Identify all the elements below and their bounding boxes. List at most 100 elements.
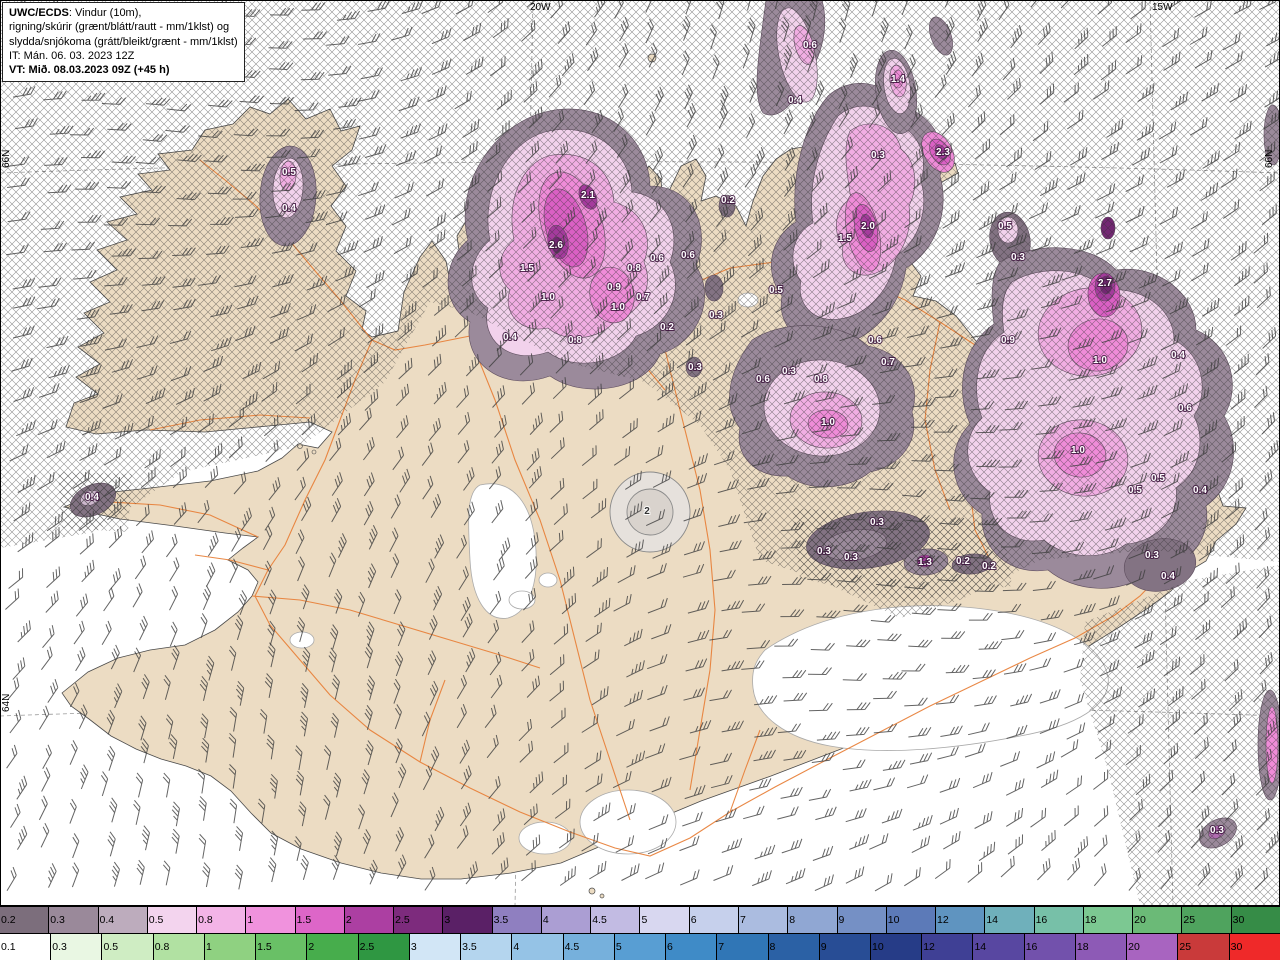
rain-scale-segment: 2.5 — [358, 934, 410, 960]
contour-value-label: 0.4 — [1161, 571, 1175, 582]
graticule-label: 15W — [1152, 2, 1173, 13]
snow-scale-segment: 0.4 — [98, 907, 148, 933]
rain-scale-value: 30 — [1230, 941, 1243, 953]
snow-scale-segment: 0.3 — [49, 907, 99, 933]
snow-scale-value: 1.5 — [296, 914, 312, 926]
rain-scale-segment: 0.1 — [0, 934, 52, 960]
model-name: UWC/ECDS — [9, 7, 69, 19]
weather-map: 0.6 0.4 1.4 2.3 0.3 0.5 0.4 2.1 0.2 2.0 1.5 2.6 0.5 0… — [0, 0, 1280, 906]
weather-map-page: 0.6 0.4 1.4 2.3 0.3 0.5 0.4 2.1 0.2 2.0 1.5 2.6 0.5 0… — [0, 0, 1280, 960]
rain-scale-bar: 0.1 0.3 0.5 0.8 1 1.5 2 2.5 3 3.5 4 4.5 5 6 7 8 9 10 12 14 1… — [0, 933, 1280, 960]
graticule-label: 66N — [1, 150, 12, 168]
title-line-2: rigning/skúrir (grænt/blátt/rautt - mm/1… — [9, 21, 230, 34]
rain-scale-segment: 12 — [922, 934, 974, 960]
contour-value-label: 2.6 — [549, 240, 563, 251]
rain-scale-segment: 16 — [1024, 934, 1076, 960]
snow-scale-value: 6 — [690, 914, 697, 926]
rain-scale-segment: 18 — [1075, 934, 1128, 960]
contour-value-label: 1.0 — [821, 417, 835, 428]
contour-value-label: 1.4 — [891, 74, 905, 85]
contour-value-label: 0.6 — [681, 250, 695, 261]
contour-value-label: 1.0 — [611, 302, 625, 313]
contour-value-label: 0.3 — [782, 366, 796, 377]
rain-scale-segment: 0.5 — [102, 934, 154, 960]
contour-value-label: 2 — [644, 506, 650, 517]
rain-scale-segment: 1 — [204, 934, 257, 960]
rain-scale-segment: 10 — [870, 934, 923, 960]
rain-scale-segment: 9 — [819, 934, 871, 960]
valid-time: VT: Mið. 08.03.2023 09Z (+45 h) — [9, 64, 170, 77]
snow-scale-value: 1 — [247, 914, 254, 926]
contour-value-label: 0.2 — [721, 195, 735, 206]
rain-scale-segment: 0.8 — [153, 934, 205, 960]
rain-scale-value: 10 — [871, 941, 884, 953]
contour-value-label: 1.0 — [541, 292, 555, 303]
rain-scale-value: 1 — [205, 941, 212, 953]
contour-value-label: 0.4 — [1171, 350, 1185, 361]
snow-scale-segment: 8 — [788, 907, 838, 933]
snow-scale-segment: 25 — [1182, 907, 1232, 933]
contour-value-label: 2.3 — [936, 147, 950, 158]
rain-scale-value: 0.1 — [1, 941, 16, 953]
contour-value-label: 0.6 — [803, 40, 817, 51]
snow-scale-value: 20 — [1134, 914, 1146, 926]
snow-scale-segment: 2.5 — [394, 907, 444, 933]
snow-scale-segment: 0.8 — [197, 907, 247, 933]
snow-scale-segment: 0.5 — [147, 907, 198, 933]
contour-value-label: 0.8 — [814, 374, 828, 385]
snow-scale-value: 14 — [986, 914, 998, 926]
snow-scale-segment: 30 — [1231, 907, 1280, 933]
snow-scale-value: 4.5 — [592, 914, 607, 926]
contour-value-label: 0.9 — [607, 282, 621, 293]
contour-value-label: 0.3 — [817, 546, 831, 557]
snow-scale-value: 2 — [345, 914, 352, 926]
graticule-label: 64N — [1, 694, 12, 712]
contour-value-label: 2.1 — [581, 190, 595, 201]
contour-value-label: 0.5 — [1151, 473, 1165, 484]
contour-value-label: 0.3 — [870, 517, 884, 528]
rain-scale-value: 12 — [923, 941, 935, 953]
snow-scale-value: 30 — [1232, 914, 1245, 926]
contour-value-label: 0.5 — [998, 221, 1012, 232]
rain-scale-segment: 7 — [717, 934, 769, 960]
contour-value-label: 1.5 — [838, 233, 852, 244]
contour-value-label: 0.3 — [871, 150, 885, 161]
contour-value-label: 0.3 — [1011, 252, 1025, 263]
snow-scale-segment: 14 — [985, 907, 1035, 933]
rain-scale-value: 3 — [410, 941, 417, 953]
graticule-label: 66N — [1264, 150, 1275, 168]
snow-scale-segment: 5 — [640, 907, 690, 933]
snow-scale-segment: 6 — [689, 907, 739, 933]
snow-scale-value: 16 — [1035, 914, 1048, 926]
snow-scale-segment: 1 — [246, 907, 296, 933]
rain-scale-segment: 4.5 — [563, 934, 615, 960]
snow-scale-value: 3 — [444, 914, 451, 926]
snow-scale-segment: 9 — [837, 907, 887, 933]
snow-scale-segment: 16 — [1034, 907, 1084, 933]
snow-scale-segment: 12 — [936, 907, 986, 933]
rain-scale-value: 0.8 — [154, 941, 170, 953]
rain-scale-value: 2.5 — [359, 941, 375, 953]
rain-scale-value: 7 — [718, 941, 725, 953]
graticule-label: 20W — [530, 2, 551, 13]
snow-scale-segment: 18 — [1083, 907, 1134, 933]
rain-scale-value: 3.5 — [462, 941, 477, 953]
snow-scale-value: 3.5 — [493, 914, 509, 926]
contour-value-label: 0.7 — [636, 292, 650, 303]
snow-scale-value: 9 — [838, 914, 845, 926]
snow-scale-value: 0.4 — [99, 914, 115, 926]
rain-scale-segment: 0.3 — [51, 934, 103, 960]
rain-scale-value: 20 — [1128, 941, 1140, 953]
title-box: UWC/ECDS: Vindur (10m), rigning/skúrir (… — [2, 2, 245, 83]
rain-scale-value: 18 — [1076, 941, 1089, 953]
rain-scale-segment: 5 — [614, 934, 667, 960]
rain-scale-value: 25 — [1179, 941, 1192, 953]
contour-value-label: 0.2 — [660, 322, 674, 333]
rain-scale-value: 1.5 — [257, 941, 272, 953]
snow-scale-bar: 0.2 0.3 0.4 0.5 0.8 1 1.5 2 2.5 3 3.5 4 4.5 5 6 7 8 9 10 12… — [0, 906, 1280, 933]
contour-value-label: 0.3 — [709, 310, 723, 321]
contour-value-label: 0.9 — [1001, 335, 1015, 346]
snow-scale-segment: 4 — [541, 907, 592, 933]
contour-value-label: 0.4 — [1193, 485, 1207, 496]
contour-value-label: 0.8 — [627, 263, 641, 274]
